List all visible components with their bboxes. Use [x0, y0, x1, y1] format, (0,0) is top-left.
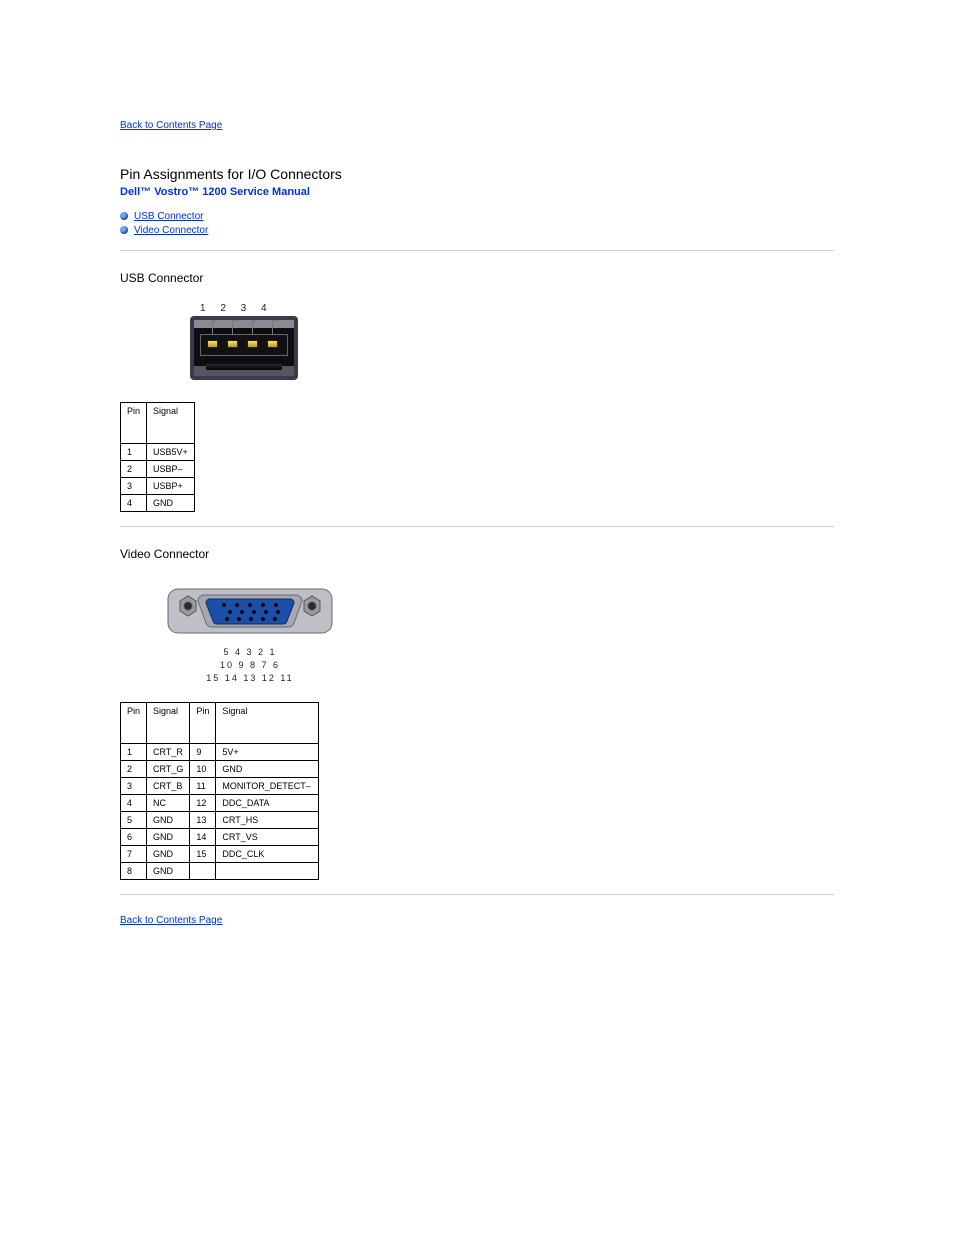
vga-header-pin: Pin: [121, 703, 147, 744]
back-to-contents-link-top[interactable]: Back to Contents Page: [120, 120, 222, 131]
table-row: 7 GND 15 DDC_CLK: [121, 846, 319, 863]
vga-pinout-table: Pin Signal Pin Signal 1 CRT_R 9 5V+ 2 CR…: [120, 702, 319, 880]
divider: [120, 526, 834, 527]
vga-port-illustration: [150, 579, 350, 645]
table-row: 8 GND: [121, 863, 319, 880]
usb-header-pin: Pin: [121, 403, 147, 444]
table-row: 3 CRT_B 11 MONITOR_DETECT–: [121, 778, 319, 795]
usb-header-signal: Signal: [147, 403, 195, 444]
usb-pin-numbers: 1 2 3 4: [190, 303, 834, 314]
vga-pin-row-3: 15 14 13 12 11: [150, 673, 350, 684]
table-row: 1 USB5V+: [121, 444, 195, 461]
table-row: 6 GND 14 CRT_VS: [121, 829, 319, 846]
vga-header-pin2: Pin: [190, 703, 216, 744]
usb-pinout-table: Pin Signal 1 USB5V+ 2 USBP– 3 USBP+ 4 GN…: [120, 402, 195, 512]
table-row: 4 NC 12 DDC_DATA: [121, 795, 319, 812]
back-to-contents-link-bottom[interactable]: Back to Contents Page: [120, 915, 834, 926]
vga-connector-figure: 5 4 3 2 1 10 9 8 7 6 15 14 13 12 11: [150, 579, 834, 684]
section-title-usb: USB Connector: [120, 271, 834, 285]
usb-port-illustration: [190, 316, 298, 380]
table-row: 1 CRT_R 9 5V+: [121, 744, 319, 761]
vga-pin-row-1: 5 4 3 2 1: [150, 647, 350, 658]
page-title: Pin Assignments for I/O Connectors: [120, 166, 834, 182]
table-row: 2 USBP–: [121, 461, 195, 478]
section-title-video: Video Connector: [120, 547, 834, 561]
table-row: 3 USBP+: [121, 478, 195, 495]
toc-link-usb[interactable]: USB Connector: [134, 211, 203, 222]
divider: [120, 894, 834, 895]
divider: [120, 250, 834, 251]
usb-connector-figure: 1 2 3 4: [190, 303, 834, 380]
vga-pin-row-2: 10 9 8 7 6: [150, 660, 350, 671]
table-row: 4 GND: [121, 495, 195, 512]
manual-title: Dell™ Vostro™ 1200 Service Manual: [120, 186, 834, 198]
vga-header-signal2: Signal: [216, 703, 319, 744]
vga-header-signal: Signal: [147, 703, 190, 744]
toc-link-video[interactable]: Video Connector: [134, 225, 208, 236]
table-row: 5 GND 13 CRT_HS: [121, 812, 319, 829]
table-row: 2 CRT_G 10 GND: [121, 761, 319, 778]
